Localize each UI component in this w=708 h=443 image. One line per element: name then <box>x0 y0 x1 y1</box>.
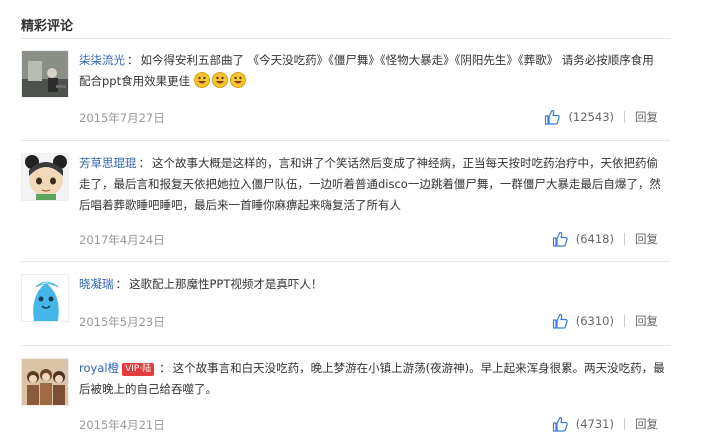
thumbs-up-icon[interactable] <box>552 231 568 247</box>
like-count: (6310) <box>575 314 614 328</box>
comment-content: 这歌配上那魔性PPT视频才是真吓人！ <box>129 277 323 291</box>
title-divider <box>21 38 670 39</box>
comment-item: royal橙 VIP·陆：这个故事言和白天没吃药，晚上梦游在小镇上游荡(夜游神)。… <box>21 358 670 438</box>
reply-button[interactable]: 回复 <box>635 416 658 432</box>
comment-divider <box>21 345 670 346</box>
comment-text: 柒柒流光：如今得安利五部曲了 《今天没吃药》《僵尸舞》《怪物大暴走》《阴阳先生》… <box>79 50 667 92</box>
comment-actions: (12543) 回复 <box>544 109 658 125</box>
smile-emoji-icon <box>193 72 210 88</box>
like-count: (12543) <box>568 110 614 124</box>
avatar[interactable] <box>21 50 69 98</box>
thumbs-up-icon[interactable] <box>552 416 568 432</box>
comment-actions: (6310) 回复 <box>552 313 658 329</box>
action-divider <box>624 418 625 430</box>
separator: ： <box>138 156 151 170</box>
reply-button[interactable]: 回复 <box>635 109 658 125</box>
section-title: 精彩评论 <box>21 19 74 34</box>
like-count: (4731) <box>575 417 614 431</box>
comment-date: 2015年7月27日 <box>79 111 165 125</box>
comment-date: 2015年4月21日 <box>79 418 165 432</box>
username-link[interactable]: 芳草思琨琨 <box>79 156 137 170</box>
separator: ： <box>127 53 139 67</box>
action-divider <box>624 111 625 123</box>
comment-text: royal橙 VIP·陆：这个故事言和白天没吃药，晚上梦游在小镇上游荡(夜游神)。… <box>79 358 667 400</box>
vip-badge[interactable]: VIP·陆 <box>122 363 155 376</box>
smile-emoji-icon <box>229 72 246 88</box>
separator: ： <box>115 277 128 291</box>
username-link[interactable]: royal橙 <box>79 361 119 375</box>
avatar[interactable] <box>21 153 69 201</box>
avatar[interactable] <box>21 274 69 322</box>
thumbs-up-icon[interactable] <box>552 313 568 329</box>
comment-actions: (6418) 回复 <box>552 231 658 247</box>
username-link[interactable]: 柒柒流光 <box>79 53 125 67</box>
comment-text: 芳草思琨琨：这个故事大概是这样的，言和讲了个笑话然后变成了神经病，正当每天按时吃… <box>79 153 667 216</box>
comment-item: 柒柒流光：如今得安利五部曲了 《今天没吃药》《僵尸舞》《怪物大暴走》《阴阳先生》… <box>21 50 670 130</box>
smile-emoji-icon <box>211 72 228 88</box>
comment-date: 2017年4月24日 <box>79 233 165 247</box>
comment-date: 2015年5月23日 <box>79 315 165 329</box>
comment-divider <box>21 261 670 262</box>
action-divider <box>624 315 625 327</box>
like-count: (6418) <box>575 232 614 246</box>
separator: ： <box>159 361 171 375</box>
username-link[interactable]: 晓凝瑞 <box>79 277 114 291</box>
comment-item: 芳草思琨琨：这个故事大概是这样的，言和讲了个笑话然后变成了神经病，正当每天按时吃… <box>21 153 670 249</box>
reply-button[interactable]: 回复 <box>635 313 658 329</box>
comment-actions: (4731) 回复 <box>552 416 658 432</box>
thumbs-up-icon[interactable] <box>544 109 561 125</box>
avatar[interactable] <box>21 358 69 406</box>
comment-content: 如今得安利五部曲了 《今天没吃药》《僵尸舞》《怪物大暴走》《阴阳先生》《葬歌》 … <box>79 53 654 88</box>
comment-divider <box>21 140 670 141</box>
reply-button[interactable]: 回复 <box>635 231 658 247</box>
comment-content: 这个故事大概是这样的，言和讲了个笑话然后变成了神经病，正当每天按时吃药治疗中，天… <box>79 156 661 212</box>
comment-item: 晓凝瑞：这歌配上那魔性PPT视频才是真吓人！ 2015年5月23日 (6310)… <box>21 274 670 334</box>
action-divider <box>624 233 625 245</box>
comment-text: 晓凝瑞：这歌配上那魔性PPT视频才是真吓人！ <box>79 274 667 295</box>
